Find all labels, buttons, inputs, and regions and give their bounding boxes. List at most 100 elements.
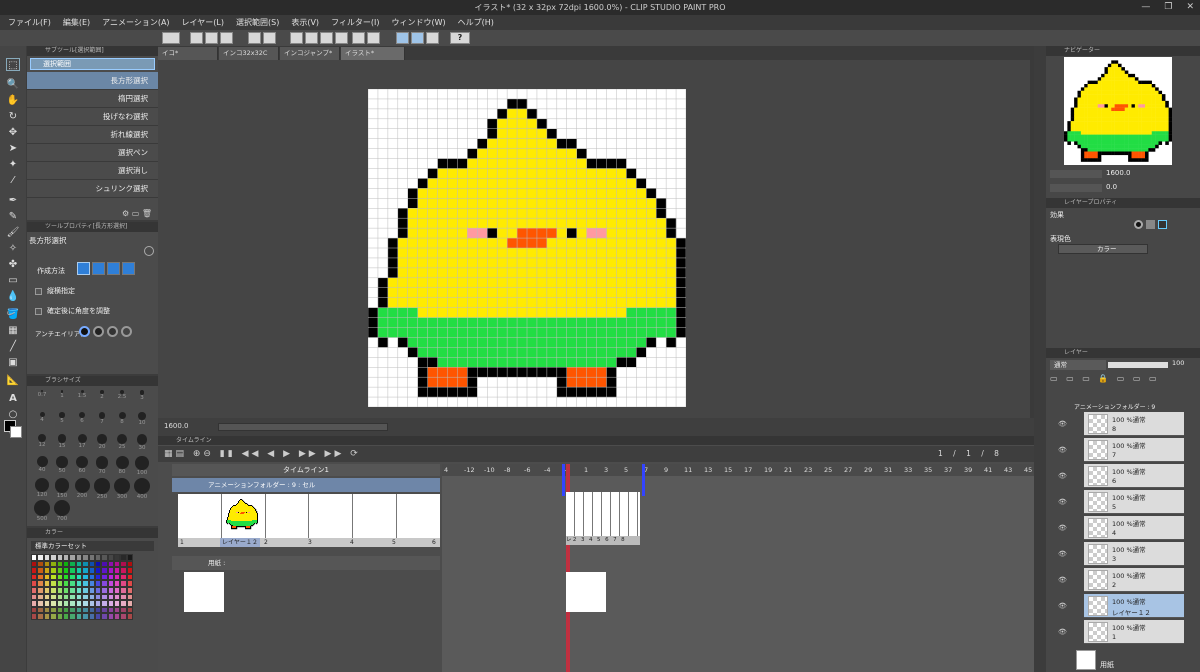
brush-size-cell[interactable]: 17 [73, 434, 91, 454]
color-swatch[interactable] [126, 606, 134, 614]
antialias-weak-icon[interactable] [93, 326, 104, 337]
snap-special-ruler-icon[interactable] [411, 32, 424, 44]
opacity-slider[interactable] [1108, 362, 1168, 368]
deselect-icon[interactable] [335, 32, 348, 44]
brush-size-cell[interactable]: 200 [73, 478, 91, 499]
snap-grid-icon[interactable] [426, 32, 439, 44]
brush-size-cell[interactable]: 0.7 [33, 390, 51, 410]
clear-icon[interactable] [290, 32, 303, 44]
brush-size-cell[interactable]: 5 [53, 412, 71, 432]
new-file-icon[interactable] [190, 32, 203, 44]
brush-size-cell[interactable]: 20 [93, 434, 111, 454]
layer-row[interactable]: 👁 100 %通常 レイヤー１２ [1058, 594, 1184, 618]
timeline-buttons[interactable]: ▦▤ ⊕⊖ ▮▮ ◀◀ ◀ ▶ ▶▶ ▶▶ ⟳ [164, 449, 361, 459]
fill-tool-icon[interactable]: 🪣 [6, 308, 20, 321]
brush-size-cell[interactable]: 2.5 [113, 390, 131, 410]
layer-row[interactable]: 👁 100 %通常 1 [1058, 620, 1184, 644]
airbrush-icon[interactable]: ✧ [6, 242, 20, 255]
subtool-item[interactable]: 楕円選択 [27, 90, 158, 108]
expression-color-select[interactable]: カラー [1058, 244, 1148, 254]
brush-size-cell[interactable]: 15 [53, 434, 71, 454]
brush-size-cell[interactable]: 100 [133, 456, 151, 476]
rotate-tool-icon[interactable]: ↻ [6, 110, 20, 123]
color-swatch[interactable] [126, 586, 134, 594]
visibility-eye-icon[interactable]: 👁 [1058, 420, 1067, 428]
range-end-marker[interactable] [642, 464, 645, 496]
timeline-name[interactable]: タイムライン1 [172, 464, 440, 476]
menu-item[interactable]: レイヤー(L) [182, 15, 224, 30]
effect-tone-icon[interactable] [1146, 220, 1155, 229]
blend-icon[interactable]: 💧 [6, 290, 20, 303]
visibility-eye-icon[interactable]: 👁 [1058, 446, 1067, 454]
menu-item[interactable]: 編集(E) [63, 15, 90, 30]
home-icon[interactable] [162, 32, 180, 44]
brush-size-cell[interactable]: 12 [33, 434, 51, 454]
color-swatch[interactable] [126, 613, 134, 620]
subtool-item[interactable]: 選択ペン [27, 144, 158, 162]
brush-size-cell[interactable]: 8 [113, 412, 131, 432]
adjust-angle-checkbox[interactable] [35, 308, 42, 315]
visibility-eye-icon[interactable]: 👁 [1058, 628, 1067, 636]
maximize-icon[interactable]: ❐ [1164, 2, 1172, 12]
color-set-select[interactable]: 標準カラーセット [31, 541, 154, 551]
ruler-icon[interactable]: 📐 [6, 374, 20, 387]
add-selection-icon[interactable] [92, 262, 105, 275]
brush-size-cell[interactable]: 70 [93, 456, 111, 476]
selection-edit-icon[interactable] [352, 32, 365, 44]
select-all-icon[interactable] [367, 32, 380, 44]
subtract-selection-icon[interactable] [107, 262, 120, 275]
brush-size-cell[interactable]: 3 [133, 390, 151, 410]
new-selection-icon[interactable] [77, 262, 90, 275]
folder-track-label[interactable]: アニメーションフォルダー : 9 : セル [172, 478, 440, 492]
brush-size-cell[interactable]: 60 [73, 456, 91, 476]
canvas-area[interactable] [158, 60, 1034, 418]
text-tool-icon[interactable]: A [6, 392, 20, 405]
tab-inko32[interactable]: インコ32x32C [219, 47, 279, 60]
brush-size-cell[interactable]: 150 [53, 478, 71, 499]
hand-tool-icon[interactable]: ✋ [6, 94, 20, 107]
menu-item[interactable]: 選択範囲(S) [236, 15, 279, 30]
pen-tool-icon[interactable]: ✒ [6, 194, 20, 207]
transform-icon[interactable] [305, 32, 318, 44]
cell-frame[interactable] [397, 494, 440, 538]
brush-size-cell[interactable]: 1.5 [73, 390, 91, 410]
brush-size-cell[interactable]: 1 [53, 390, 71, 410]
visibility-eye-icon[interactable]: 👁 [1058, 576, 1067, 584]
navigator-rotate-slider[interactable] [1050, 184, 1102, 192]
menu-item[interactable]: ウィンドウ(W) [392, 15, 446, 30]
fill-icon[interactable] [320, 32, 333, 44]
tab-ico[interactable]: イコ* [158, 47, 218, 60]
minimize-icon[interactable]: — [1141, 2, 1150, 12]
intersect-selection-icon[interactable] [122, 262, 135, 275]
brush-size-cell[interactable]: 120 [33, 478, 51, 498]
antialias-strong-icon[interactable] [121, 326, 132, 337]
range-start-marker[interactable] [562, 464, 565, 496]
color-swatch[interactable] [126, 593, 134, 601]
visibility-eye-icon[interactable]: 👁 [1058, 602, 1067, 610]
visibility-eye-icon[interactable]: 👁 [1058, 472, 1067, 480]
brush-size-cell[interactable]: 300 [113, 478, 131, 500]
pixel-art-canvas[interactable] [368, 89, 686, 407]
color-swatch[interactable] [126, 554, 134, 561]
menu-item[interactable]: 表示(V) [291, 15, 319, 30]
timeline-frame-area[interactable]: 4-12-10-8-6-4-21357911131517192123252729… [442, 464, 1034, 672]
subtool-group-tab[interactable]: 選択範囲 [30, 58, 155, 70]
brush-size-cell[interactable]: 700 [53, 500, 71, 522]
snap-ruler-icon[interactable] [396, 32, 409, 44]
brush-size-cell[interactable]: 6 [73, 412, 91, 432]
color-swatch[interactable] [126, 600, 134, 607]
tab-illust[interactable]: イラスト* [341, 47, 405, 60]
cell-frame[interactable] [309, 494, 353, 538]
brush-size-cell[interactable]: 400 [133, 478, 151, 500]
animation-folder-row[interactable]: アニメーションフォルダー : 9 [1074, 402, 1194, 412]
brush-size-cell[interactable]: 80 [113, 456, 131, 476]
brush-size-cell[interactable]: 25 [113, 434, 131, 454]
undo-icon[interactable] [248, 32, 261, 44]
layer-row[interactable]: 👁 100 %通常 2 [1058, 568, 1184, 592]
help-icon[interactable]: ? [450, 32, 470, 44]
eraser-icon[interactable]: ▭ [6, 274, 20, 287]
blend-mode-select[interactable]: 通常 [1050, 360, 1106, 370]
brush-size-cell[interactable]: 7 [93, 412, 111, 432]
subtool-item[interactable]: 長方形選択 [27, 72, 158, 90]
brush-size-cell[interactable]: 4 [33, 412, 51, 432]
